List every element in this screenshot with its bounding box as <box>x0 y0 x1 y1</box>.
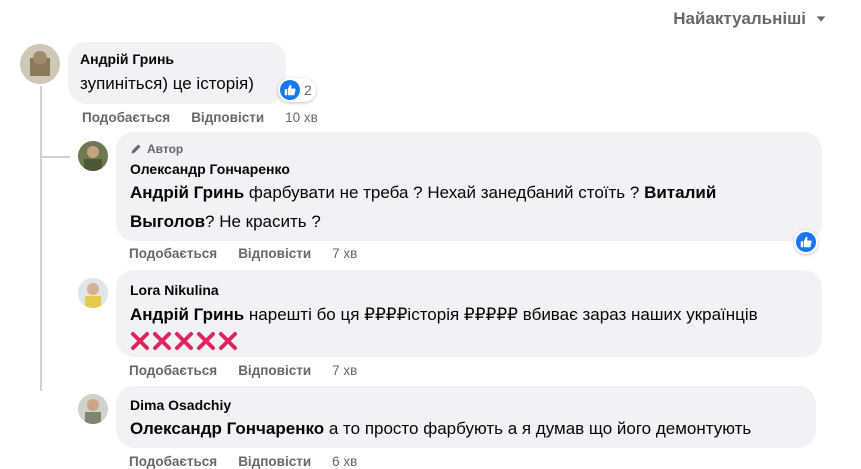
cross-mark-icon <box>175 332 193 350</box>
text-segment: ? Не красить ? <box>205 212 321 231</box>
strike-text: ₽₽₽₽ <box>364 305 408 324</box>
avatar-image <box>78 141 108 171</box>
cross-mark-icon <box>153 332 171 350</box>
avatar[interactable] <box>78 394 108 424</box>
reply-button[interactable]: Відповісти <box>191 110 264 125</box>
text-segment: фарбувати не треба ? Нехай занедбаний ст… <box>244 183 645 202</box>
comment-bubble: Dima Osadchiy Олександр Гончаренко а то … <box>116 386 816 448</box>
strike-text: ₽₽₽₽₽ <box>463 305 519 324</box>
mention[interactable]: Андрій Гринь <box>130 305 244 324</box>
mention[interactable]: Виталий <box>644 183 716 202</box>
avatar-image <box>20 44 60 84</box>
comment-author[interactable]: Lora Nikulina <box>130 282 808 298</box>
like-thumb-icon <box>796 232 816 252</box>
avatar-image <box>78 394 108 424</box>
avatar[interactable] <box>78 278 108 308</box>
sort-label: Найактуальніші <box>673 9 806 28</box>
comment-time[interactable]: 7 хв <box>332 246 357 261</box>
comment-time[interactable]: 10 хв <box>285 110 318 125</box>
sort-dropdown[interactable]: Найактуальніші <box>673 9 828 29</box>
comment-text: Андрій Гринь нарешті бо ця ₽₽₽₽історія ₽… <box>130 300 808 329</box>
comment-time[interactable]: 7 хв <box>332 363 357 378</box>
comment-text: Олександр Гончаренко а то просто фарбуют… <box>130 414 802 443</box>
text-segment: історія <box>407 305 464 324</box>
like-reaction-badge[interactable] <box>794 230 818 254</box>
comment-bubble: Автор Олександр Гончаренко Андрій Гринь … <box>116 132 822 241</box>
avatar-image <box>78 278 108 308</box>
text-segment: вбиває зараз наших українців <box>518 305 758 324</box>
reaction-summary[interactable]: 2 <box>278 78 316 102</box>
reply-button[interactable]: Відповісти <box>238 363 311 378</box>
thread-line-curve <box>40 156 70 158</box>
comment-bubble: Андрій Гринь зупиніться) це історія) <box>68 42 286 104</box>
mention[interactable]: Выголов <box>130 212 205 231</box>
comment-author[interactable]: Андрій Гринь <box>80 51 274 67</box>
comment-actions: Подобається Відповісти 7 хв <box>129 246 357 261</box>
mention[interactable]: Андрій Гринь <box>130 183 244 202</box>
thread-line <box>40 156 42 391</box>
like-button[interactable]: Подобається <box>82 110 170 125</box>
text-segment: нарешті бо ця <box>244 305 365 324</box>
comment-author[interactable]: Dima Osadchiy <box>130 397 802 413</box>
comment-actions: Подобається Відповісти 7 хв <box>129 363 357 378</box>
comment-author[interactable]: Олександр Гончаренко <box>130 161 808 177</box>
avatar[interactable] <box>20 44 60 84</box>
text-segment: а то просто фарбують а я думав що його д… <box>324 419 752 438</box>
comment-bubble: Lora Nikulina Андрій Гринь нарешті бо ця… <box>116 270 822 357</box>
comment-text: Андрій Гринь фарбувати не треба ? Нехай … <box>130 178 808 236</box>
like-button[interactable]: Подобається <box>129 246 217 261</box>
author-badge: Автор <box>130 142 808 156</box>
emoji-row <box>130 331 808 355</box>
cross-mark-icon <box>219 332 237 350</box>
author-badge-label: Автор <box>147 142 184 156</box>
reply-button[interactable]: Відповісти <box>238 246 311 261</box>
reaction-count: 2 <box>304 82 312 98</box>
comment-text: зупиніться) це історія) <box>80 74 254 93</box>
thread-line <box>40 86 42 156</box>
chevron-down-icon <box>816 16 826 22</box>
like-button[interactable]: Подобається <box>129 363 217 378</box>
comment-actions: Подобається Відповісти 10 хв <box>82 110 318 125</box>
cross-mark-icon <box>131 332 149 350</box>
cross-mark-icon <box>197 332 215 350</box>
pencil-icon <box>131 144 141 154</box>
mention[interactable]: Олександр Гончаренко <box>130 419 324 438</box>
like-thumb-icon <box>280 80 300 100</box>
avatar[interactable] <box>78 141 108 171</box>
